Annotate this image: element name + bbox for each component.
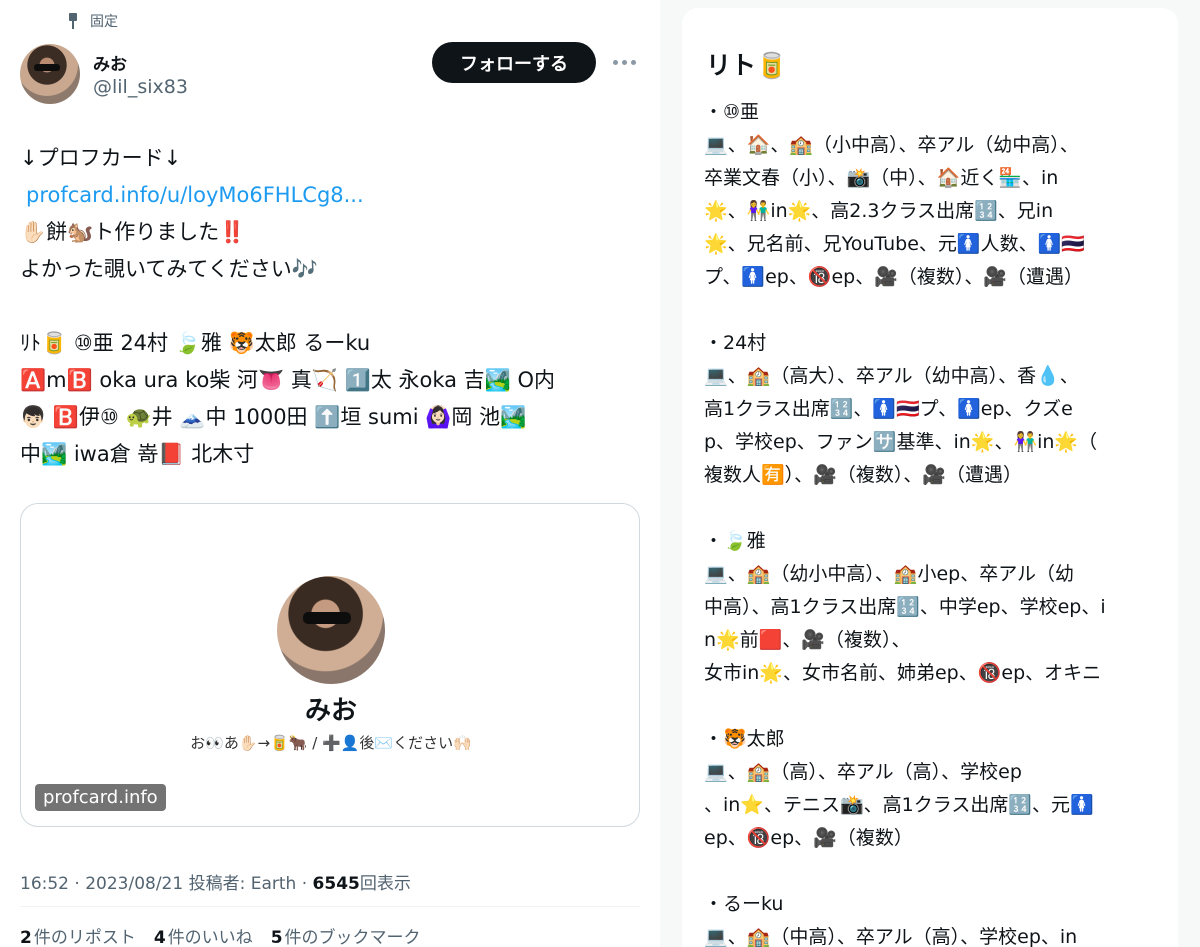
side-panel: リト🥫 ・⑩亜 💻、🏠、🏫（小中高）、卒アル（幼中高）、 卒業文春（小）、📸（中… xyxy=(660,0,1200,947)
section-line: 女市in🌟、女市名前、姉弟ep、🔞ep、オキニ xyxy=(704,662,1102,684)
engagement-stats: 2 件のリポスト 4 件のいいね 5 件のブックマーク xyxy=(20,923,421,947)
section-line: 高1クラス出席🔢、🚺🇹🇭プ、🚺ep、クズe xyxy=(704,398,1073,420)
tweet-tag-line: 🅰️m🅱️ oka ura ko柴 河👅 真🏹 1️⃣太 永oka 吉🏞️ O内 xyxy=(20,368,556,392)
author-name[interactable]: みお xyxy=(93,50,127,75)
section-line: プ、🚺ep、🔞ep、🎥（複数）、🎥（遭遇） xyxy=(704,266,1084,288)
pin-icon xyxy=(66,13,80,29)
section-line: 、in⭐、テニス📸、高1クラス出席🔢、元🚺 xyxy=(704,794,1094,816)
reposts-stat[interactable]: 2 件のリポスト xyxy=(20,923,136,947)
card-domain-badge: profcard.info xyxy=(35,784,166,811)
section-line: p、学校ep、ファン🈂️基準、in🌟、👫in🌟（ xyxy=(704,431,1098,453)
section-line: 🌟、👫in🌟、高2.3クラス出席🔢、兄in xyxy=(704,200,1054,222)
tweet-line: よかった覗いてみてください🎶 xyxy=(20,257,318,281)
section-line: 複数人🈶）、🎥（複数）、🎥（遭遇） xyxy=(704,464,1022,486)
author-avatar[interactable] xyxy=(20,44,80,104)
section-line: 💻、🏫（中高）、卒アル（高）、学校ep、in xyxy=(704,926,1078,947)
card-bio: お👀あ✋🏻→🥫🐂 / ➕👤後✉️ください🙌🏻 xyxy=(190,734,472,752)
likes-stat[interactable]: 4 件のいいね xyxy=(154,923,253,947)
tweet-tag-line: 中🏞️ iwa倉 嵜📕 北木寸 xyxy=(20,442,255,466)
more-options-icon[interactable] xyxy=(608,50,640,74)
pinned-indicator: 固定 xyxy=(66,11,118,31)
bookmarks-stat[interactable]: 5 件のブックマーク xyxy=(271,923,421,947)
author-handle[interactable]: @lil_six83 xyxy=(93,76,188,98)
view-count: 6545 xyxy=(312,874,360,894)
section-heading: ・🍃雅 xyxy=(704,530,766,552)
profcard-link[interactable]: profcard.info/u/loyMo6FHLCg8... xyxy=(20,183,364,207)
card-avatar xyxy=(277,576,385,684)
section-line: 中高）、高1クラス出席🔢、中学ep、学校ep、i xyxy=(704,596,1106,618)
section-line: n🌟前🟥、🎥（複数）、 xyxy=(704,629,911,651)
tweet-line: ✋🏻餅🐿️ト作りました‼️ xyxy=(20,220,246,244)
view-label: 回表示 xyxy=(359,874,411,894)
pinned-label: 固定 xyxy=(90,14,118,30)
tweet-timestamp[interactable]: 16:52 · 2023/08/21 投稿者: Earth · xyxy=(20,874,313,894)
section-line: 💻、🏠、🏫（小中高）、卒アル（幼中高）、 xyxy=(704,134,1079,156)
section-heading: ・るーku xyxy=(704,893,784,915)
tweet-meta: 16:52 · 2023/08/21 投稿者: Earth · 6545回表示 xyxy=(20,869,411,894)
tweet-tag-line: 👦🏻 🅱️伊⑩ 🐢井 🗻中 1000田 ⬆️垣 sumi 🙆🏻‍♀️岡 池🏞️ xyxy=(20,405,527,429)
profile-detail-panel: リト🥫 ・⑩亜 💻、🏠、🏫（小中高）、卒アル（幼中高）、 卒業文春（小）、📸（中… xyxy=(682,8,1178,947)
tweet-text: ↓プロフカード↓ profcard.info/u/loyMo6FHLCg8...… xyxy=(20,140,650,473)
panel-title: リト🥫 xyxy=(706,51,788,80)
card-name: みお xyxy=(304,696,357,726)
section-line: 💻、🏫（幼小中高）、🏫小ep、卒アル（幼 xyxy=(704,563,1075,585)
tweet-line: ↓プロフカード↓ xyxy=(20,146,182,170)
follow-button[interactable]: フォローする xyxy=(432,42,596,83)
section-line: ep、🔞ep、🎥（複数） xyxy=(704,827,913,849)
section-line: 卒業文春（小）、📸（中）、🏠近く🏪、in xyxy=(704,167,1059,189)
section-heading: ・🐯太郎 xyxy=(704,728,785,750)
section-line: 💻、🏫（高）、卒アル（高）、学校ep xyxy=(704,761,1022,783)
section-line: 💻、🏫（高大）、卒アル（幼中高）、香💧、 xyxy=(704,365,1079,387)
link-preview-card[interactable]: みお お👀あ✋🏻→🥫🐂 / ➕👤後✉️ください🙌🏻 profcard.info xyxy=(20,503,640,827)
section-heading: ・⑩亜 xyxy=(704,101,760,123)
section-line: 🌟、兄名前、兄YouTube、元🚺人数、🚺🇹🇭 xyxy=(704,233,1085,255)
panel-body: ・⑩亜 💻、🏠、🏫（小中高）、卒アル（幼中高）、 卒業文春（小）、📸（中）、🏠近… xyxy=(704,96,1164,947)
divider xyxy=(20,906,640,907)
tweet-column: 固定 みお @lil_six83 フォローする ↓プロフカード↓ profcar… xyxy=(0,0,660,947)
section-heading: ・24村 xyxy=(704,332,767,354)
tweet-tag-line: ﾘﾄ🥫 ⑩亜 24村 🍃雅 🐯太郎 るーku xyxy=(20,331,371,355)
